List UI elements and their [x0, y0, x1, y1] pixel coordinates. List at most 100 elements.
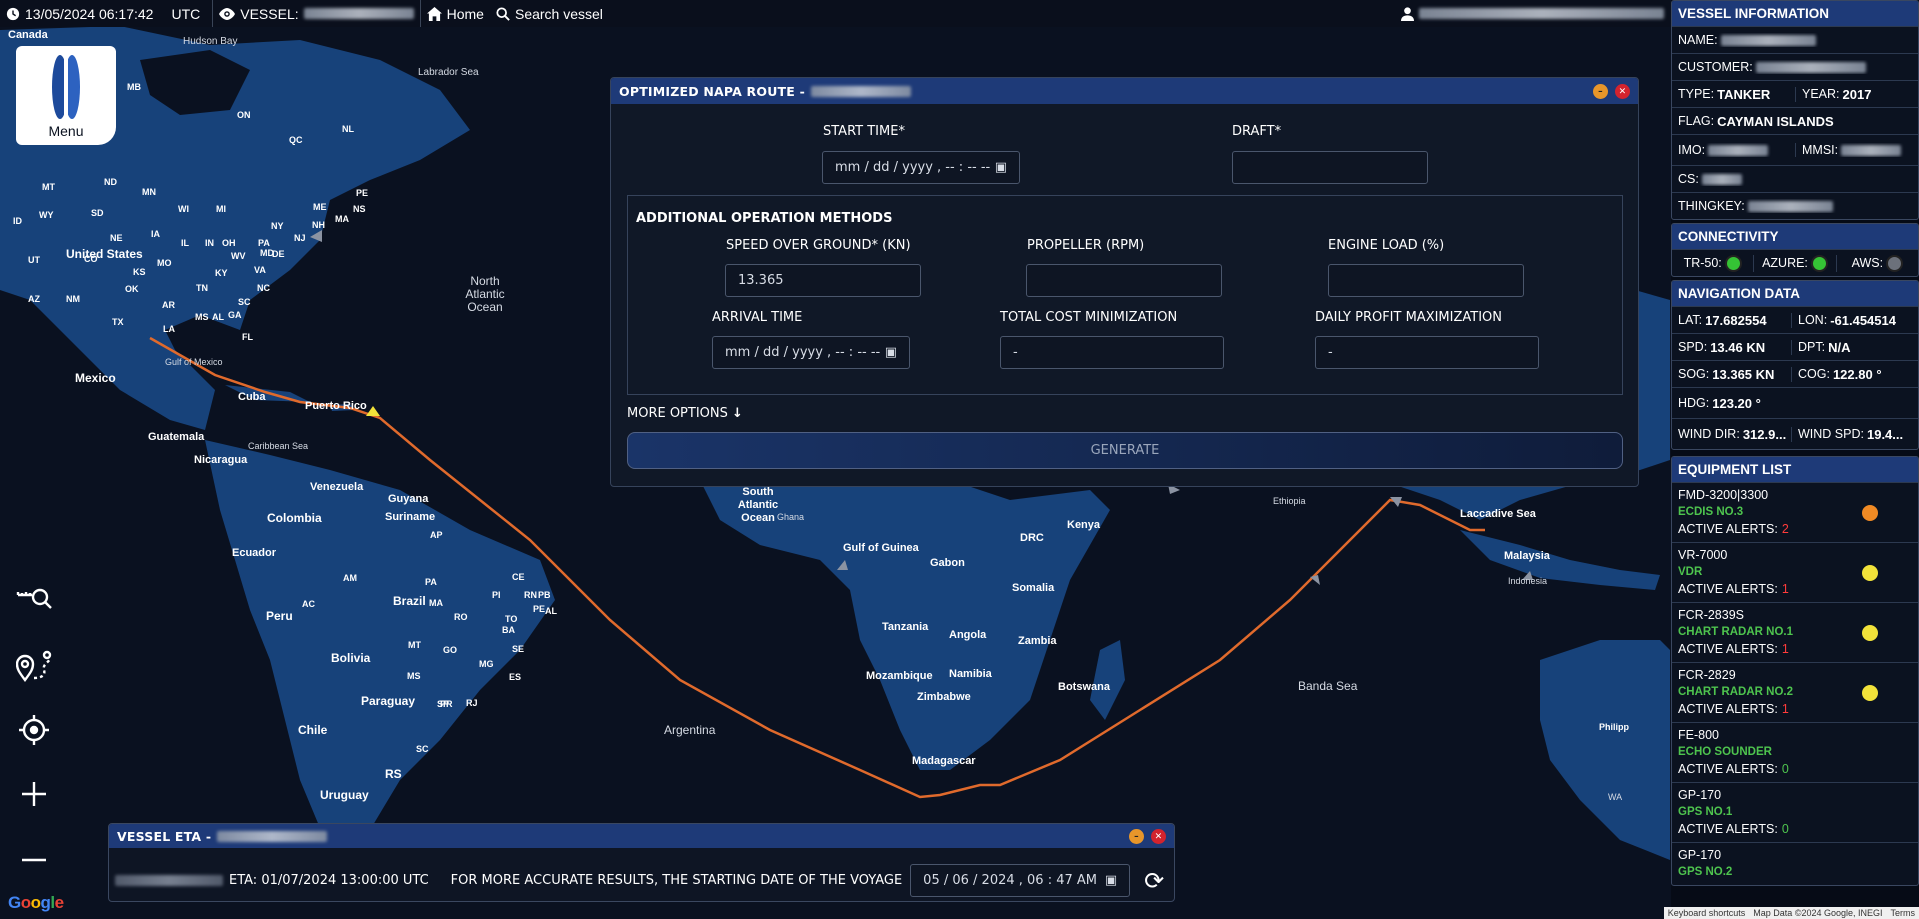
active-alerts-label: ACTIVE ALERTS: [1678, 702, 1778, 716]
minimize-button[interactable]: – [1593, 84, 1608, 99]
search-vessel-link[interactable]: Search vessel [490, 0, 609, 27]
active-alerts: ACTIVE ALERTS: 1 [1678, 581, 1912, 598]
connectivity-item: AZURE: [1753, 254, 1835, 272]
draft-input[interactable] [1232, 151, 1428, 184]
equipment-list-panel: EQUIPMENT LIST FMD-3200|3300 ECDIS NO.3 AC… [1671, 456, 1919, 886]
terms-link[interactable]: Terms [1891, 908, 1916, 918]
mmsi-label: MMSI: [1802, 143, 1839, 157]
equipment-model: GP-170 [1678, 848, 1722, 862]
dpt-value: N/A [1828, 339, 1851, 355]
redacted-value [1755, 61, 1866, 73]
alert-status-lamp-icon [1862, 685, 1878, 701]
map-label: Cuba [238, 391, 266, 403]
dpm-input[interactable]: - [1315, 336, 1539, 369]
map-label: Colombia [267, 511, 322, 525]
dialog-header: OPTIMIZED NAPA ROUTE - – ✕ [611, 78, 1638, 104]
optimized-route-dialog: OPTIMIZED NAPA ROUTE - – ✕ START TIME* m… [610, 77, 1639, 487]
zoom-out-button[interactable] [14, 840, 54, 880]
eta-header: VESSEL ETA - – ✕ [109, 824, 1174, 848]
start-time-input[interactable]: mm / dd / yyyy , -- : -- -- ▣ [822, 151, 1020, 184]
map-label: AR [162, 300, 175, 310]
map-label: RO [454, 612, 468, 622]
close-button[interactable]: ✕ [1615, 84, 1630, 99]
redacted-value [1841, 144, 1902, 156]
map-label: Gulf of Mexico [165, 357, 223, 367]
tcm-input[interactable]: - [1000, 336, 1224, 369]
connectivity-item: AWS: [1835, 254, 1918, 272]
engine-load-label: ENGINE LOAD (%) [1328, 238, 1445, 253]
measure-tool-button[interactable] [14, 578, 54, 618]
connectivity-row: TR-50: AZURE: AWS: [1672, 249, 1918, 276]
sog-input[interactable]: 13.365 [725, 264, 921, 297]
map-label: South Atlantic Ocean [738, 486, 778, 524]
arrival-time-input[interactable]: mm / dd / yyyy , -- : -- -- ▣ [712, 336, 910, 369]
vessel-name-redacted [217, 830, 328, 842]
map-label: RS [385, 767, 402, 781]
active-alerts: ACTIVE ALERTS: 1 [1678, 641, 1912, 658]
equipment-model: FCR-2839S [1678, 608, 1744, 622]
customer-row: CUSTOMER: [1672, 53, 1918, 80]
status-indicator-icon [1886, 254, 1904, 272]
menu-button[interactable]: Menu [16, 46, 116, 145]
redacted-value [1708, 144, 1769, 156]
map-label: Uruguay [320, 788, 369, 802]
active-alerts: ACTIVE ALERTS: 2 [1678, 521, 1912, 538]
spd-value: 13.46 KN [1710, 339, 1766, 355]
map-label: Canada [8, 29, 49, 41]
refresh-button[interactable]: ⟳ [1144, 869, 1164, 893]
eye-icon [219, 7, 236, 20]
active-alerts-count: 1 [1781, 582, 1789, 596]
search-icon [496, 6, 510, 21]
map-label: Bolivia [331, 651, 371, 665]
status-indicator-icon [1810, 254, 1828, 272]
map-label: Gabon [930, 557, 965, 569]
equipment-item[interactable]: FCR-2839S CHART RADAR NO.1 ACTIVE ALERTS: 1 [1672, 602, 1918, 662]
home-icon [426, 6, 442, 21]
equipment-item[interactable]: FCR-2829 CHART RADAR NO.2 ACTIVE ALERTS: 1 [1672, 662, 1918, 722]
keyboard-shortcuts-link[interactable]: Keyboard shortcuts [1668, 908, 1746, 918]
locate-button[interactable] [14, 710, 54, 750]
eta-close-button[interactable]: ✕ [1151, 829, 1166, 844]
equipment-item[interactable]: GP-170 GPS NO.2 [1672, 842, 1918, 885]
map-label: Suriname [385, 511, 435, 523]
map-label: Botswana [1058, 681, 1111, 693]
map-attribution: Keyboard shortcuts Map Data ©2024 Google… [1663, 907, 1919, 919]
map-label: SC [416, 744, 429, 754]
year-label: YEAR: [1802, 87, 1840, 101]
eta-minimize-button[interactable]: – [1129, 829, 1144, 844]
map-label: MA [429, 598, 443, 608]
route-pin-icon [16, 650, 52, 683]
hdg-value: 123.20 ° [1712, 395, 1761, 411]
engine-load-input[interactable] [1328, 264, 1524, 297]
equipment-item[interactable]: FMD-3200|3300 ECDIS NO.3 ACTIVE ALERTS: 2 [1672, 482, 1918, 542]
more-options-toggle[interactable]: MORE OPTIONS ↓ [627, 406, 743, 421]
voyage-start-date-input[interactable]: 05 / 06 / 2024 , 06 : 47 AM ▣ [910, 864, 1131, 897]
propeller-input[interactable] [1026, 264, 1222, 297]
map-label: PA [258, 238, 270, 248]
generate-button[interactable]: GENERATE [627, 432, 1623, 469]
flag-value: CAYMAN ISLANDS [1717, 113, 1834, 129]
map-label: MI [216, 204, 226, 214]
equipment-item[interactable]: FE-800 ECHO SOUNDER ACTIVE ALERTS: 0 [1672, 722, 1918, 782]
home-link[interactable]: Home [421, 0, 490, 27]
route-tool-button[interactable] [14, 647, 54, 687]
map-label: PE [356, 188, 368, 198]
navigation-data-panel: NAVIGATION DATA LAT: 17.682554 LON: -61.45… [1671, 280, 1919, 450]
thingkey-row: THINGKEY: [1672, 192, 1918, 219]
map-label: AL [545, 606, 557, 616]
zoom-in-button[interactable] [14, 774, 54, 814]
map-label: CE [512, 572, 525, 582]
map-label: OK [125, 284, 139, 294]
map-label: PA [425, 577, 437, 587]
google-logo: Google [8, 893, 64, 912]
user-menu[interactable] [1395, 0, 1670, 27]
equipment-item[interactable]: VR-7000 VDR ACTIVE ALERTS: 1 [1672, 542, 1918, 602]
map-label: GO [443, 645, 457, 655]
equipment-item[interactable]: GP-170 GPS NO.1 ACTIVE ALERTS: 0 [1672, 782, 1918, 842]
vessel-selector[interactable]: VESSEL: [213, 0, 419, 27]
minimize-icon: – [1598, 86, 1603, 97]
search-label: Search vessel [514, 5, 603, 22]
map-label: Indonesia [1508, 576, 1547, 586]
map-label: Ecuador [232, 547, 277, 559]
cs-label: CS: [1678, 172, 1699, 186]
